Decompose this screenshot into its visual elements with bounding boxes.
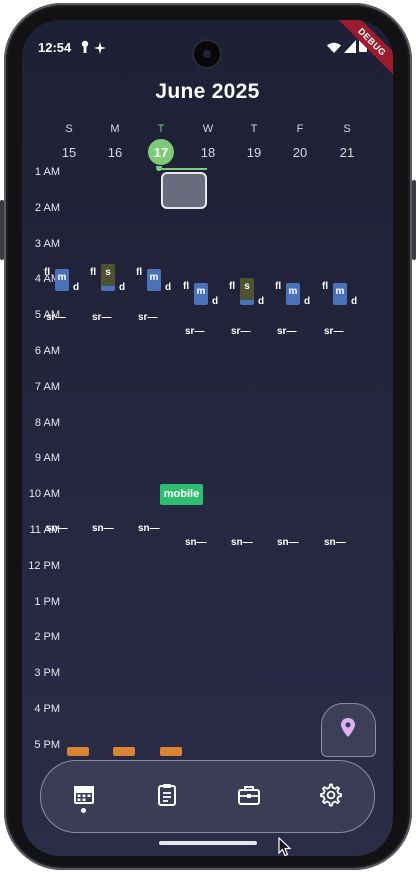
event-orange-mon[interactable]: [113, 747, 135, 756]
wifi-icon: [327, 41, 341, 59]
hour-label: 9 AM: [34, 452, 60, 465]
event-m[interactable]: m: [286, 283, 300, 305]
event-s[interactable]: s: [101, 264, 115, 286]
day-of-week-label: W: [202, 123, 214, 135]
location-fab[interactable]: [321, 703, 376, 757]
label-sunset: sn—: [231, 537, 253, 548]
briefcase-icon: [238, 786, 260, 805]
hour-label: 4 PM: [34, 703, 60, 715]
nav-settings-button[interactable]: [313, 777, 349, 813]
hour-label: 7 AM: [34, 380, 60, 393]
day-of-week-label: S: [343, 123, 351, 135]
label-sunset: sn—: [277, 537, 299, 548]
clipboard-icon: [158, 784, 176, 806]
label-d: d: [73, 282, 80, 293]
label-d: d: [258, 296, 265, 307]
today-line: [157, 168, 207, 170]
label-sunrise: sr—: [324, 326, 344, 337]
power-button: [412, 180, 416, 260]
hour-label: 8 AM: [34, 416, 60, 429]
label-sunrise: sr—: [92, 312, 112, 323]
hour-label: 1 PM: [34, 595, 60, 608]
day-of-week-label: S: [65, 123, 73, 135]
month-title: June 2025: [155, 80, 260, 103]
day-number[interactable]: 20: [285, 145, 315, 160]
nav-work-button[interactable]: [231, 777, 267, 813]
event-m[interactable]: m: [55, 269, 69, 291]
label-fl: fl: [136, 267, 143, 278]
label-fl: fl: [322, 281, 329, 292]
mouse-cursor-icon: [278, 836, 292, 862]
hour-label: 3 AM: [34, 237, 60, 250]
hour-label: 6 AM: [34, 345, 60, 357]
day-of-week-label: M: [110, 123, 120, 135]
label-sunset: sn—: [324, 537, 346, 548]
status-time: 12:54: [38, 40, 72, 55]
label-fl: fl: [90, 267, 97, 278]
map-pin-icon: [341, 718, 355, 737]
home-indicator[interactable]: [159, 841, 257, 845]
hour-label: 2 AM: [34, 201, 60, 214]
label-d: d: [351, 296, 358, 307]
nav-tasks-button[interactable]: [149, 777, 185, 813]
hour-label: 2 PM: [34, 631, 60, 644]
hour-label: 3 PM: [34, 667, 60, 680]
day-number[interactable]: 18: [193, 145, 223, 160]
day-of-week-label: F: [296, 123, 304, 135]
signal-icon: [344, 40, 356, 58]
label-fl: fl: [229, 281, 236, 292]
active-nav-dot: [81, 808, 86, 813]
front-camera: [194, 41, 220, 67]
day-of-week-label: T: [157, 123, 165, 135]
event-orange-tue[interactable]: [160, 747, 182, 756]
label-fl: fl: [183, 281, 190, 292]
label-d: d: [165, 282, 172, 293]
label-d: d: [212, 296, 219, 307]
day-number[interactable]: 17: [146, 145, 176, 160]
selected-time-slot[interactable]: [161, 172, 207, 209]
event-orange-sun[interactable]: [67, 747, 89, 756]
volume-button: [0, 200, 4, 260]
label-d: d: [304, 296, 311, 307]
event-mobile[interactable]: mobile: [160, 484, 203, 505]
sparkle-icon: [94, 41, 106, 59]
notification-icon: [80, 40, 90, 59]
calendar-icon: [74, 786, 94, 804]
hour-label: 1 AM: [34, 166, 60, 178]
today-dot: [156, 166, 162, 171]
label-sunrise: sr—: [46, 312, 66, 323]
label-sunrise: sr—: [231, 326, 251, 337]
day-number[interactable]: 16: [100, 145, 130, 160]
phone-device: 12:54 DEBUG June 2025 S 15 M 16 T 17 W 18 T 19 F 20…: [0, 0, 416, 873]
label-sunset: sn—: [185, 537, 207, 548]
label-d: d: [119, 282, 126, 293]
hour-label: 12 PM: [28, 559, 60, 572]
bottom-navigation: [40, 760, 375, 833]
gear-icon: [320, 783, 342, 807]
event-m[interactable]: m: [194, 283, 208, 305]
day-number[interactable]: 15: [54, 145, 84, 160]
label-sunrise: sr—: [185, 326, 205, 337]
day-number[interactable]: 19: [239, 145, 269, 160]
label-sunrise: sr—: [277, 326, 297, 337]
label-sunset: sn—: [92, 523, 114, 534]
label-sunset: sn—: [138, 523, 160, 534]
label-fl: fl: [275, 281, 282, 292]
day-number[interactable]: 21: [332, 145, 362, 160]
event-m[interactable]: m: [333, 283, 347, 305]
label-sunrise: sr—: [138, 312, 158, 323]
hour-label: 10 AM: [28, 488, 60, 501]
app-screen: 12:54 DEBUG June 2025 S 15 M 16 T 17 W 18 T 19 F 20…: [22, 20, 393, 856]
day-of-week-label: T: [250, 123, 258, 135]
event-s[interactable]: s: [240, 278, 254, 300]
event-m[interactable]: m: [147, 269, 161, 291]
label-fl: fl: [44, 267, 51, 278]
hour-label: 5 PM: [34, 738, 60, 751]
label-sunset: sn—: [46, 523, 68, 534]
